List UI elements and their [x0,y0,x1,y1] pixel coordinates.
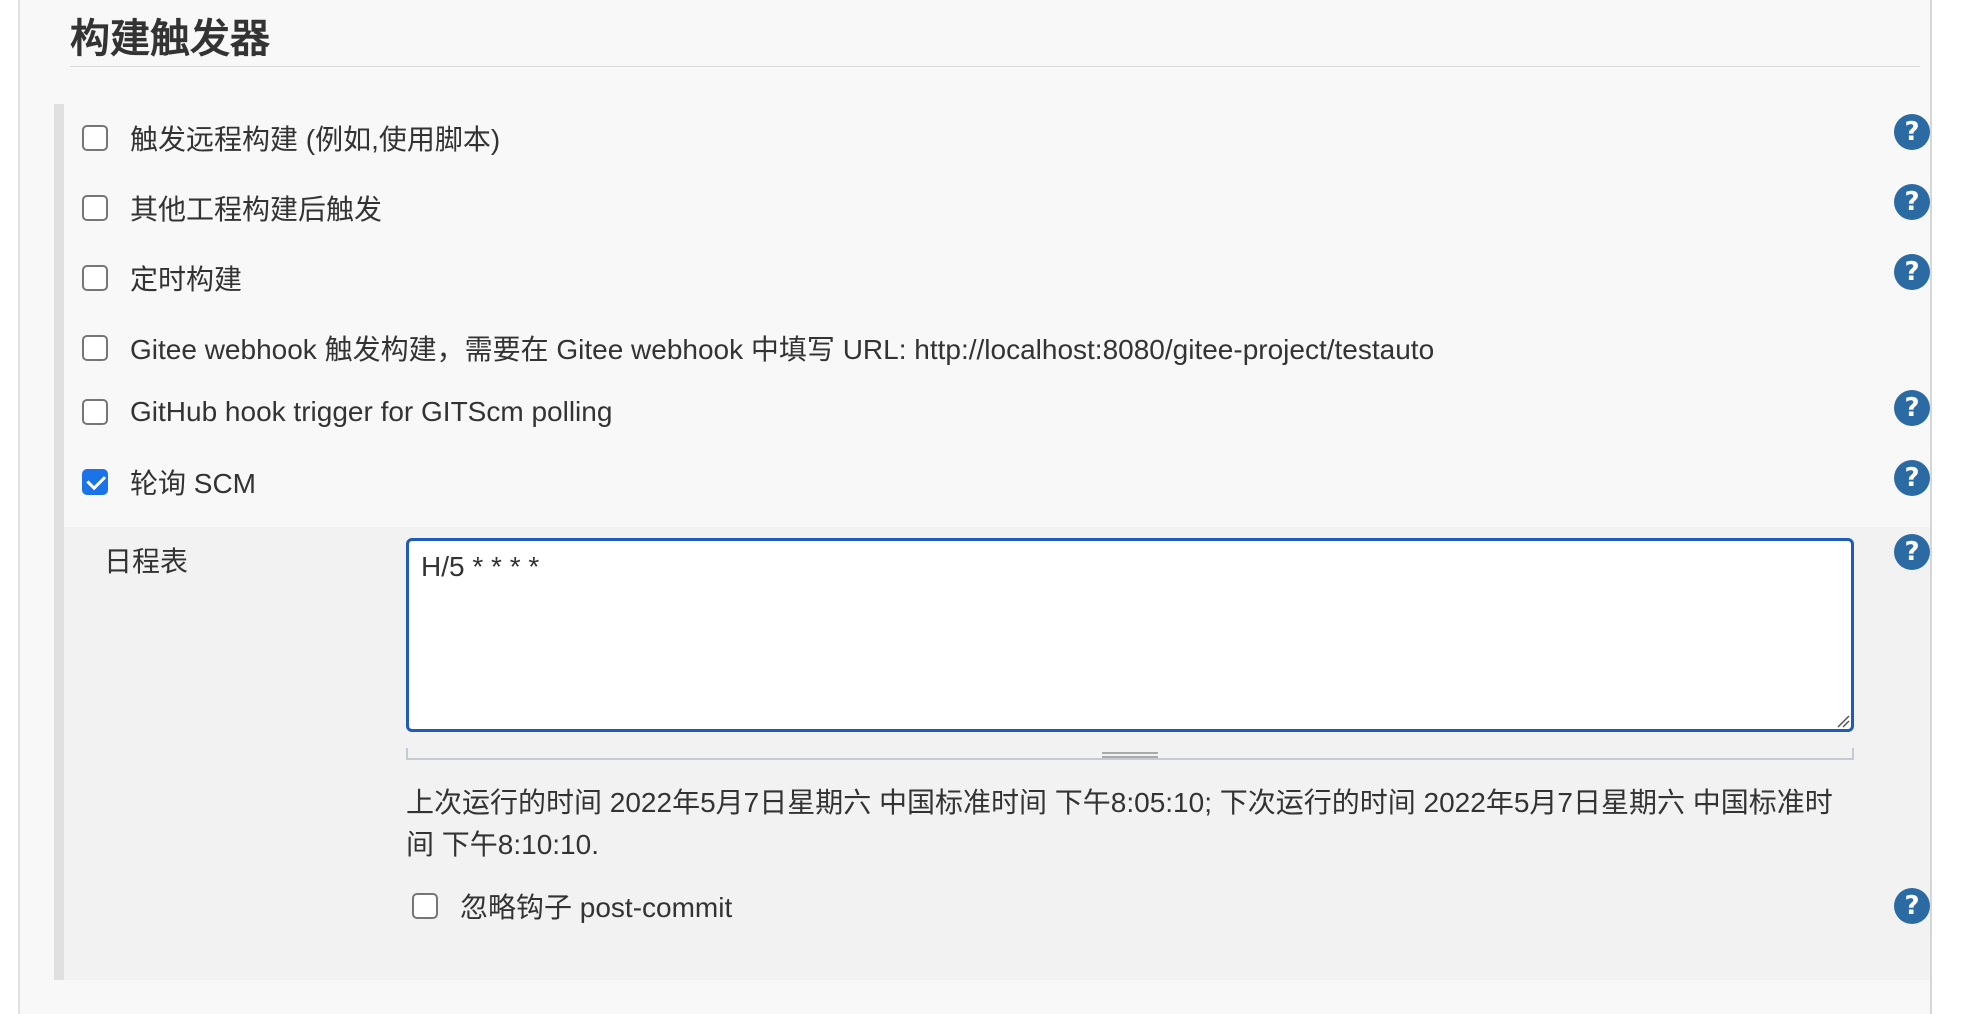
trigger-poll-scm[interactable]: 轮询 SCM [82,456,256,508]
trigger-after-other-projects-checkbox[interactable] [82,195,108,221]
trigger-gitee-webhook[interactable]: Gitee webhook 触发构建，需要在 Gitee webhook 中填写… [82,322,1434,374]
trigger-github-hook[interactable]: GitHub hook trigger for GITScm polling [82,386,612,438]
trigger-periodic-build-checkbox[interactable] [82,265,108,291]
resize-grip-icon[interactable] [1102,752,1158,758]
trigger-after-other-projects[interactable]: 其他工程构建后触发 [82,182,382,234]
ignore-post-commit-label: 忽略钩子 post-commit [460,892,733,923]
question-circle-icon[interactable]: ? [1894,114,1930,150]
page: 构建触发器 触发远程构建 (例如,使用脚本) ? 其他工程构建后触发 ? 定时构… [0,0,1966,1014]
schedule-textarea[interactable] [406,538,1854,732]
title-divider [70,66,1920,67]
ignore-post-commit-checkbox[interactable] [412,893,438,919]
trigger-periodic-build[interactable]: 定时构建 [82,252,242,304]
schedule-run-info: 上次运行的时间 2022年5月7日星期六 中国标准时间 下午8:05:10; 下… [406,787,1833,860]
trigger-github-hook-checkbox[interactable] [82,399,108,425]
question-circle-icon[interactable]: ? [1894,534,1930,570]
trigger-remote-build[interactable]: 触发远程构建 (例如,使用脚本) [82,112,500,164]
trigger-gitee-webhook-label: Gitee webhook 触发构建，需要在 Gitee webhook 中填写… [130,334,1435,365]
question-circle-icon[interactable]: ? [1894,254,1930,290]
checkmark-icon [85,469,106,490]
question-circle-icon[interactable]: ? [1894,390,1930,426]
trigger-remote-build-label: 触发远程构建 (例如,使用脚本) [130,124,501,155]
trigger-periodic-build-label: 定时构建 [130,264,243,295]
question-circle-icon[interactable]: ? [1894,460,1930,496]
schedule-label: 日程表 [104,546,189,577]
question-circle-icon[interactable]: ? [1894,888,1930,924]
section-title: 构建触发器 [70,17,270,61]
build-triggers-panel: 构建触发器 触发远程构建 (例如,使用脚本) ? 其他工程构建后触发 ? 定时构… [18,0,1932,1014]
trigger-after-other-projects-label: 其他工程构建后触发 [130,194,383,225]
trigger-gitee-webhook-checkbox[interactable] [82,335,108,361]
resize-corner-icon[interactable] [1834,712,1850,728]
ignore-post-commit[interactable]: 忽略钩子 post-commit [412,880,732,932]
trigger-poll-scm-label: 轮询 SCM [130,468,257,499]
group-indent-bar [54,104,64,980]
trigger-github-hook-label: GitHub hook trigger for GITScm polling [130,396,613,427]
trigger-poll-scm-checkbox[interactable] [82,469,108,495]
question-circle-icon[interactable]: ? [1894,184,1930,220]
trigger-remote-build-checkbox[interactable] [82,125,108,151]
